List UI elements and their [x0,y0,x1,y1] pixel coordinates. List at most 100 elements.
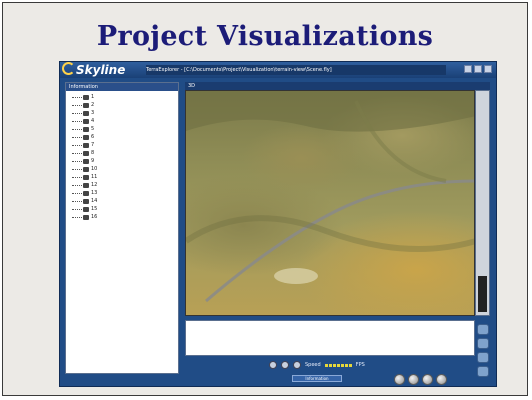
nav-button-3[interactable] [422,374,433,385]
tree-item[interactable]: 8 [72,149,178,157]
tree-item-label: 14 [91,198,98,204]
tree-connector [72,208,82,210]
object-icon [83,94,89,100]
tree-item[interactable]: 13 [72,189,178,197]
status-tab[interactable]: Information [292,375,342,382]
nav-button-2[interactable] [408,374,419,385]
nav-button-1[interactable] [394,374,405,385]
tree-item[interactable]: 4 [72,117,178,125]
tree-item-label: 9 [91,158,95,164]
tree-item-label: 6 [91,134,95,140]
object-icon [83,198,89,204]
tree-connector [72,200,82,202]
tree-item-label: 13 [91,190,98,196]
side-toolstrip [477,324,489,380]
tree-item-label: 1 [91,94,95,100]
tree-item-label: 8 [91,150,95,156]
presentation-slide: Project Visualizations Skyline TerraExpl… [2,2,528,396]
view-header: 3D [185,82,490,90]
tree-item[interactable]: 6 [72,133,178,141]
tree-item-label: 3 [91,110,95,116]
tool-icon-2[interactable] [477,338,489,349]
hand-tool-icon[interactable] [269,361,277,369]
tree-item[interactable]: 2 [72,101,178,109]
rotate-tool-icon[interactable] [293,361,301,369]
tree-header: Information [66,83,178,91]
tree-item-label: 15 [91,206,98,212]
tree-item-label: 7 [91,142,95,148]
skyline-logo: Skyline [62,62,125,78]
tree-connector [72,192,82,194]
tree-item-label: 11 [91,174,98,180]
tree-item[interactable]: 10 [72,165,178,173]
tree-item[interactable]: 5 [72,125,178,133]
skyline-logo-mark-icon [62,62,75,75]
window-title: TerraExplorer - [C:\Documents\Project\Vi… [146,65,446,75]
scrollbar-thumb[interactable] [478,276,487,312]
tree-connector [72,136,82,138]
terrain-render [186,91,474,303]
tree-connector [72,160,82,162]
tree-item[interactable]: 16 [72,213,178,221]
tree-connector [72,128,82,130]
tree-item-label: 12 [91,182,98,188]
object-icon [83,214,89,220]
object-icon [83,174,89,180]
tree-item[interactable]: 9 [72,157,178,165]
speed-indicator[interactable] [324,363,352,367]
object-icon [83,102,89,108]
terraexplorer-window: Skyline TerraExplorer - [C:\Documents\Pr… [59,61,497,387]
tree-connector [72,104,82,106]
tree-item[interactable]: 1 [72,93,178,101]
object-icon [83,118,89,124]
object-icon [83,142,89,148]
tree-connector [72,144,82,146]
tree-item-label: 16 [91,214,98,220]
tree-connector [72,112,82,114]
close-button[interactable] [484,65,492,73]
road-path [205,179,474,303]
object-icon [83,206,89,212]
slide-title: Project Visualizations [96,21,434,52]
information-tree-panel: Information 1 2 3 4 5 6 7 8 9 10 11 12 13 14 15 16 [65,82,179,374]
tool-icon-1[interactable] [477,324,489,335]
object-icon [83,150,89,156]
tree-item[interactable]: 11 [72,173,178,181]
skyline-logo-text: Skyline [76,63,126,77]
tree-connector [72,176,82,178]
tree-connector [72,120,82,122]
terrain-3d-view[interactable] [185,90,475,316]
object-icon [83,110,89,116]
tree-item[interactable]: 7 [72,141,178,149]
tree-connector [72,96,82,98]
zoom-tool-icon[interactable] [281,361,289,369]
tree-item[interactable]: 3 [72,109,178,117]
maximize-button[interactable] [474,65,482,73]
tree-item-label: 4 [91,118,95,124]
minimize-button[interactable] [464,65,472,73]
tree-item-label: 2 [91,102,95,108]
tree-item[interactable]: 14 [72,197,178,205]
tree-connector [72,168,82,170]
title-bar: Skyline TerraExplorer - [C:\Documents\Pr… [60,62,496,78]
tree-item[interactable]: 12 [72,181,178,189]
tree-item[interactable]: 15 [72,205,178,213]
navigation-controls [394,374,447,385]
object-icon [83,126,89,132]
object-icon [83,190,89,196]
tree-item-label: 5 [91,126,95,132]
object-icon [83,134,89,140]
tree-connector [72,184,82,186]
object-icon [83,158,89,164]
window-controls [464,65,492,73]
bottom-toolbar: Speed FPS [269,359,479,371]
speed-label: Speed [305,362,321,368]
object-icon [83,166,89,172]
nav-button-4[interactable] [436,374,447,385]
object-icon [83,182,89,188]
info-panel [185,320,475,356]
view-scrollbar[interactable] [475,90,490,316]
tree-connector [72,152,82,154]
fps-label: FPS [355,362,365,368]
tree-connector [72,216,82,218]
